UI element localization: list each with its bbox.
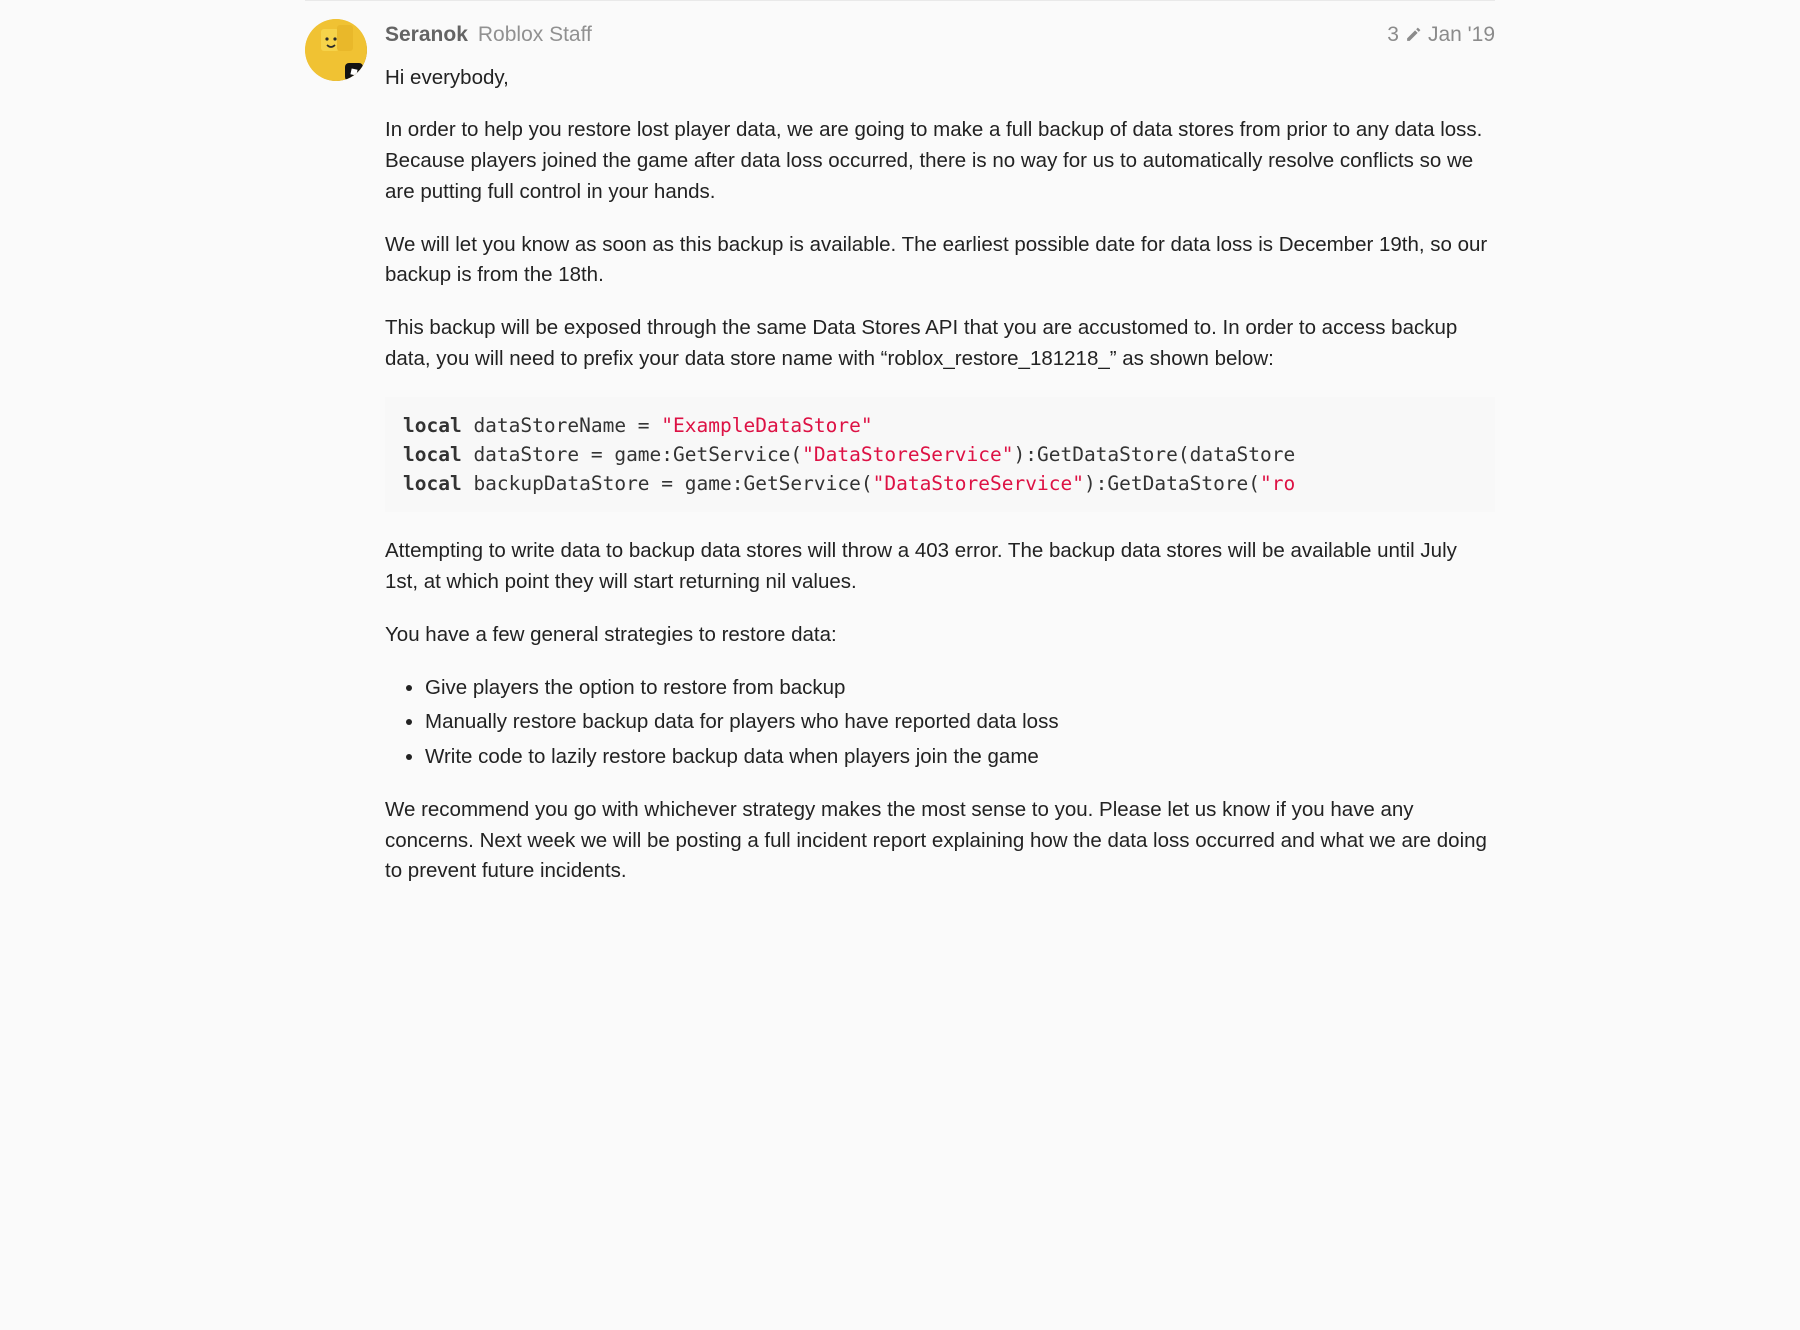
paragraph: In order to help you restore lost player… bbox=[385, 115, 1495, 207]
paragraph: This backup will be exposed through the … bbox=[385, 313, 1495, 375]
post-divider bbox=[305, 0, 1495, 1]
list-item: Give players the option to restore from … bbox=[425, 673, 1495, 704]
post-header: Seranok Roblox Staff 3 Jan '19 bbox=[385, 19, 1495, 51]
code-block[interactable]: local dataStoreName = "ExampleDataStore"… bbox=[385, 397, 1495, 513]
edit-count: 3 bbox=[1387, 19, 1399, 51]
list-item: Write code to lazily restore backup data… bbox=[425, 742, 1495, 773]
paragraph: You have a few general strategies to res… bbox=[385, 620, 1495, 651]
author-role: Roblox Staff bbox=[478, 19, 592, 51]
strategy-list: Give players the option to restore from … bbox=[425, 673, 1495, 773]
post-meta: 3 Jan '19 bbox=[1387, 19, 1495, 51]
post-body: Seranok Roblox Staff 3 Jan '19 Hi everyb… bbox=[385, 19, 1495, 909]
paragraph: We recommend you go with whichever strat… bbox=[385, 795, 1495, 887]
paragraph: Attempting to write data to backup data … bbox=[385, 536, 1495, 598]
paragraph: We will let you know as soon as this bac… bbox=[385, 230, 1495, 292]
post-date[interactable]: Jan '19 bbox=[1428, 19, 1495, 51]
pencil-icon bbox=[1405, 26, 1422, 43]
list-item: Manually restore backup data for players… bbox=[425, 707, 1495, 738]
avatar[interactable] bbox=[305, 19, 367, 81]
forum-post: Seranok Roblox Staff 3 Jan '19 Hi everyb… bbox=[305, 19, 1495, 909]
author-name[interactable]: Seranok bbox=[385, 19, 468, 51]
paragraph: Hi everybody, bbox=[385, 63, 1495, 94]
